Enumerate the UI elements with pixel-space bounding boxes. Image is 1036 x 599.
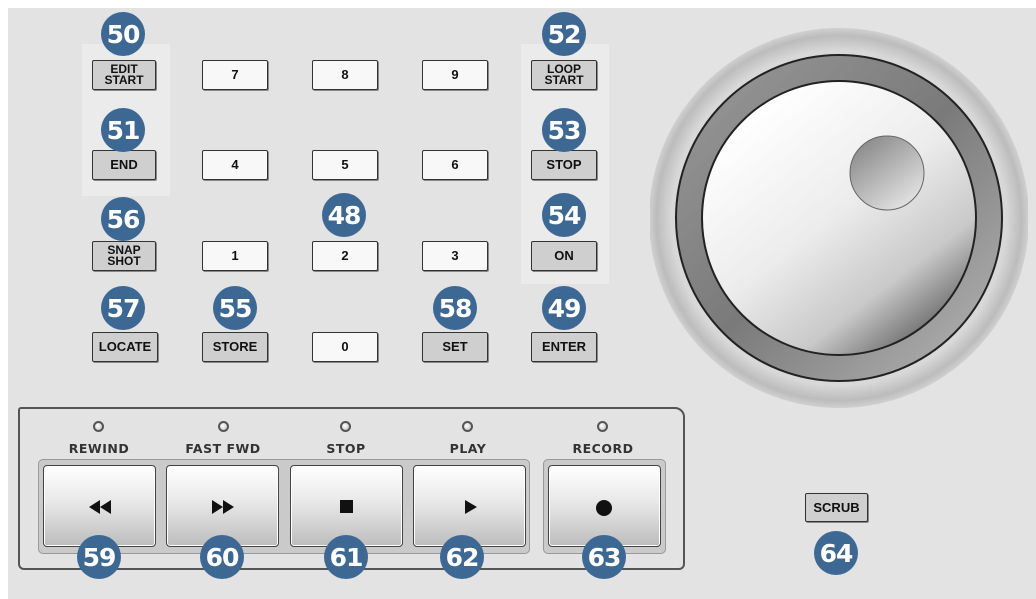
scrub-button[interactable]: SCRUB bbox=[805, 493, 868, 522]
key-7-button[interactable]: 7 bbox=[202, 60, 268, 90]
callout-64: 64 bbox=[814, 531, 858, 575]
enter-button[interactable]: ENTER bbox=[531, 332, 597, 362]
loop-start-button[interactable]: LOOP START bbox=[531, 60, 597, 90]
callout-52: 52 bbox=[542, 12, 586, 56]
locate-button[interactable]: LOCATE bbox=[92, 332, 158, 362]
snapshot-button[interactable]: SNAP SHOT bbox=[92, 241, 156, 271]
key-4-button[interactable]: 4 bbox=[202, 150, 268, 180]
key-1-button[interactable]: 1 bbox=[202, 241, 268, 271]
end-button[interactable]: END bbox=[92, 150, 156, 180]
callout-59: 59 bbox=[77, 535, 121, 579]
callout-49: 49 bbox=[542, 286, 586, 330]
fast-fwd-label: FAST FWD bbox=[185, 441, 261, 456]
record-led bbox=[597, 421, 608, 432]
key-0-button[interactable]: 0 bbox=[312, 332, 378, 362]
callout-56: 56 bbox=[101, 197, 145, 241]
play-led bbox=[462, 421, 473, 432]
key-6-button[interactable]: 6 bbox=[422, 150, 488, 180]
rewind-icon bbox=[89, 500, 111, 514]
set-button[interactable]: SET bbox=[422, 332, 488, 362]
jog-wheel[interactable] bbox=[650, 20, 1028, 416]
callout-50: 50 bbox=[101, 12, 145, 56]
callout-57: 57 bbox=[101, 286, 145, 330]
callout-54: 54 bbox=[542, 193, 586, 237]
stop-label: STOP bbox=[326, 441, 366, 456]
key-8-button[interactable]: 8 bbox=[312, 60, 378, 90]
fast-fwd-led bbox=[218, 421, 229, 432]
fast-forward-icon bbox=[212, 500, 234, 514]
loop-stop-button[interactable]: STOP bbox=[531, 150, 597, 180]
callout-53: 53 bbox=[542, 108, 586, 152]
jog-dimple bbox=[849, 135, 925, 211]
key-2-button[interactable]: 2 bbox=[312, 241, 378, 271]
play-label: PLAY bbox=[449, 441, 487, 456]
jog-knob bbox=[701, 80, 977, 356]
edit-start-button[interactable]: EDIT START bbox=[92, 60, 156, 90]
key-9-button[interactable]: 9 bbox=[422, 60, 488, 90]
callout-51: 51 bbox=[101, 108, 145, 152]
callout-55: 55 bbox=[213, 286, 257, 330]
stop-led bbox=[340, 421, 351, 432]
rewind-led bbox=[93, 421, 104, 432]
record-icon bbox=[596, 500, 612, 516]
callout-63: 63 bbox=[582, 535, 626, 579]
play-button[interactable] bbox=[413, 465, 526, 547]
callout-58: 58 bbox=[433, 286, 477, 330]
store-button[interactable]: STORE bbox=[202, 332, 268, 362]
callout-60: 60 bbox=[200, 535, 244, 579]
play-icon bbox=[465, 500, 477, 514]
callout-62: 62 bbox=[440, 535, 484, 579]
loop-on-button[interactable]: ON bbox=[531, 241, 597, 271]
key-3-button[interactable]: 3 bbox=[422, 241, 488, 271]
callout-61: 61 bbox=[324, 535, 368, 579]
rewind-label: REWIND bbox=[68, 441, 130, 456]
stop-icon bbox=[340, 500, 353, 513]
callout-48: 48 bbox=[322, 193, 366, 237]
record-label: RECORD bbox=[572, 441, 634, 456]
key-5-button[interactable]: 5 bbox=[312, 150, 378, 180]
